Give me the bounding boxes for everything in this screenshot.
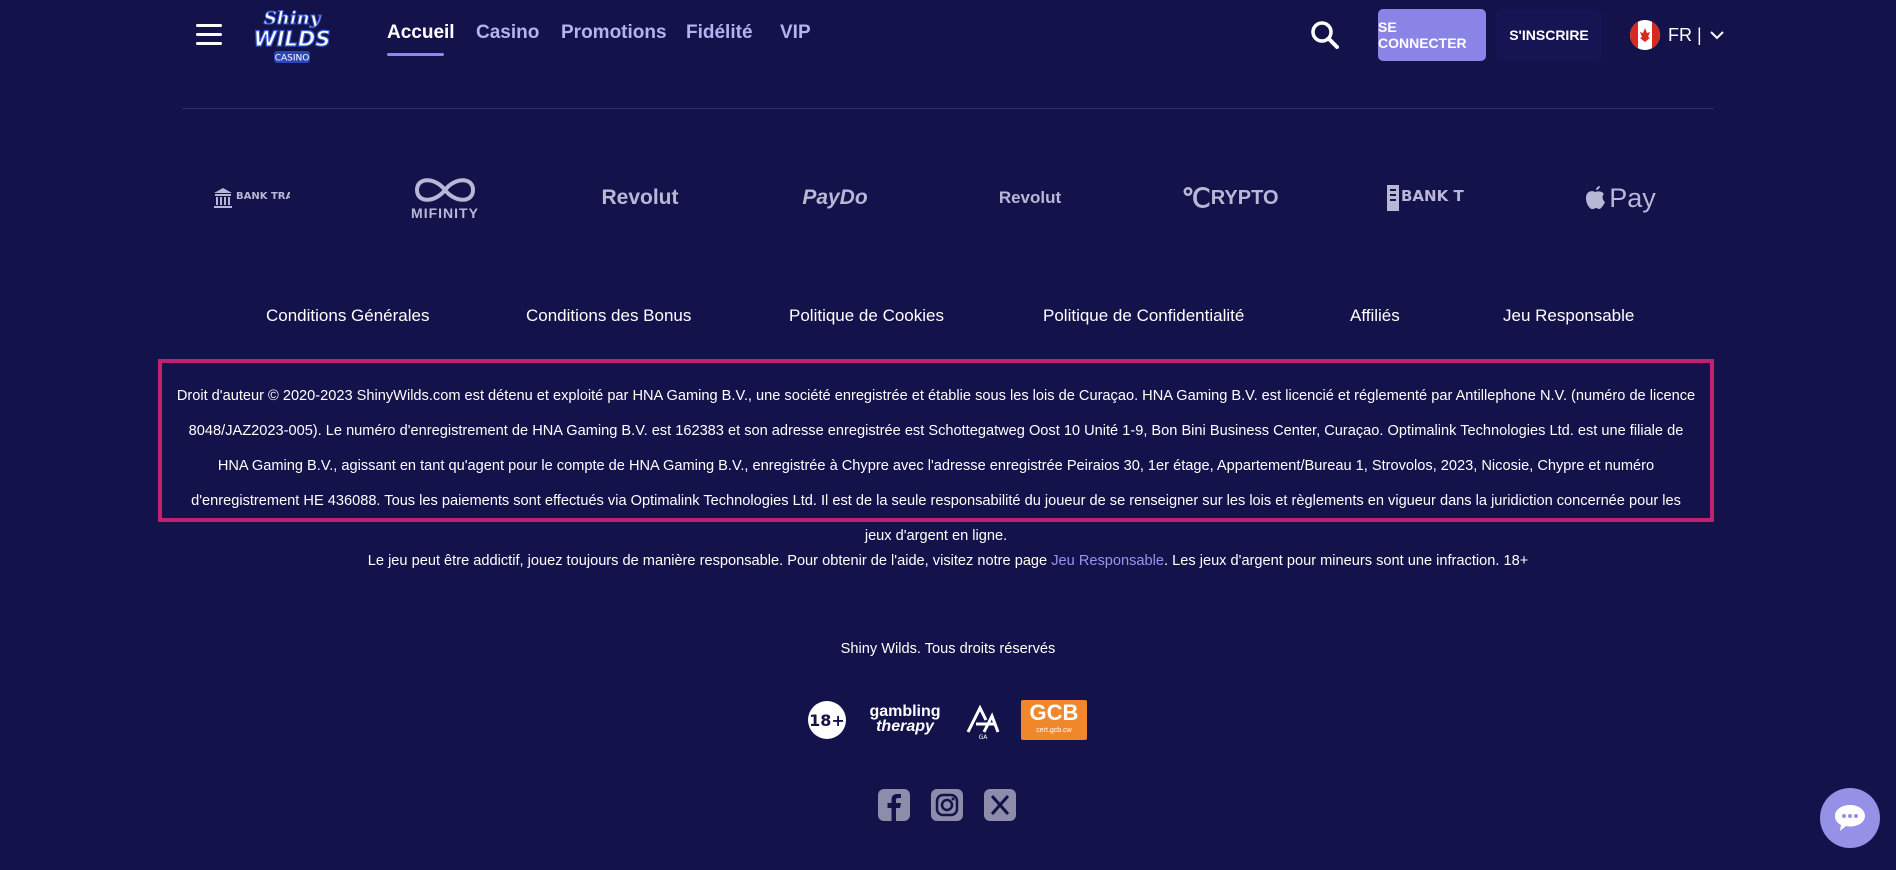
login-button[interactable]: SE CONNECTER	[1378, 9, 1486, 61]
link-politique-confidentialite[interactable]: Politique de Confidentialité	[1043, 306, 1244, 326]
instagram-icon[interactable]	[930, 788, 964, 822]
canada-flag-icon	[1630, 20, 1660, 50]
facebook-icon[interactable]	[877, 788, 911, 822]
chevron-down-icon	[1709, 31, 1724, 40]
link-conditions-generales[interactable]: Conditions Générales	[266, 306, 429, 326]
link-jeu-responsable[interactable]: Jeu Responsable	[1503, 306, 1634, 326]
link-affilies[interactable]: Affiliés	[1350, 306, 1400, 326]
bank-transfer-logo-2: BANK TRANSFER	[1385, 170, 1465, 226]
legal-notice-text: Droit d'auteur © 2020-2023 ShinyWilds.co…	[176, 388, 1696, 544]
responsible-gaming-link[interactable]: Jeu Responsable	[1051, 553, 1164, 569]
age-18-badge: 18+	[807, 700, 847, 740]
svg-text:BANK TRANSFER: BANK TRANSFER	[236, 191, 290, 202]
link-politique-cookies[interactable]: Politique de Cookies	[789, 306, 944, 326]
legal-notice-box: Droit d'auteur © 2020-2023 ShinyWilds.co…	[158, 359, 1714, 544]
gaming-authority-logo[interactable]: GA	[964, 700, 1002, 741]
crypto-logo: ℃ RYPTO	[1181, 182, 1279, 213]
nav-promotions[interactable]: Promotions	[561, 22, 667, 44]
logo-line1: Shiny	[264, 8, 322, 29]
revolut-logo-2: Revolut	[998, 188, 1062, 207]
copyright-text: Shiny Wilds. Tous droits réservés	[840, 641, 1056, 657]
bank-transfer-logo: BANK TRANSFER	[200, 170, 300, 226]
logo[interactable]: Shiny WILDS CASINO	[252, 2, 332, 68]
logo-line3: CASINO	[275, 54, 310, 64]
link-conditions-bonus[interactable]: Conditions des Bonus	[526, 306, 691, 326]
svg-text:18+: 18+	[809, 711, 845, 730]
revolut-logo: Revolut	[601, 186, 679, 209]
language-label: FR |	[1668, 24, 1702, 45]
nav-fidelite[interactable]: Fidélité	[686, 22, 753, 44]
language-selector[interactable]: FR |	[1630, 18, 1724, 52]
chat-button[interactable]	[1820, 788, 1880, 848]
register-button[interactable]: S'INSCRIRE	[1496, 9, 1602, 61]
apple-pay-logo: Pay	[1580, 170, 1660, 226]
x-twitter-icon[interactable]	[983, 788, 1017, 822]
responsible-text-after: . Les jeux d'argent pour mineurs sont un…	[1164, 553, 1529, 569]
gambling-therapy-logo[interactable]: gambling therapy	[864, 700, 946, 740]
paydo-logo: PayDo	[802, 186, 868, 209]
svg-text:GA: GA	[979, 734, 989, 740]
responsible-gaming-note: Le jeu peut être addictif, jouez toujour…	[0, 553, 1896, 569]
nav-accueil[interactable]: Accueil	[387, 22, 455, 44]
nav-active-indicator	[387, 53, 444, 56]
gcb-license-badge[interactable]: GCB cert.gcb.cw	[1021, 700, 1087, 740]
menu-icon[interactable]	[196, 24, 222, 46]
header-divider	[182, 108, 1714, 109]
search-icon[interactable]	[1310, 20, 1340, 50]
logo-line2: WILDS	[254, 27, 331, 51]
nav-casino[interactable]: Casino	[476, 22, 539, 44]
svg-text:BANK TRANSFER: BANK TRANSFER	[1401, 187, 1465, 205]
chat-bubble-icon	[1835, 805, 1865, 831]
mifinity-logo: MIFINITY	[400, 170, 490, 226]
nav-vip[interactable]: VIP	[780, 22, 811, 44]
responsible-text-before: Le jeu peut être addictif, jouez toujour…	[367, 553, 1052, 569]
